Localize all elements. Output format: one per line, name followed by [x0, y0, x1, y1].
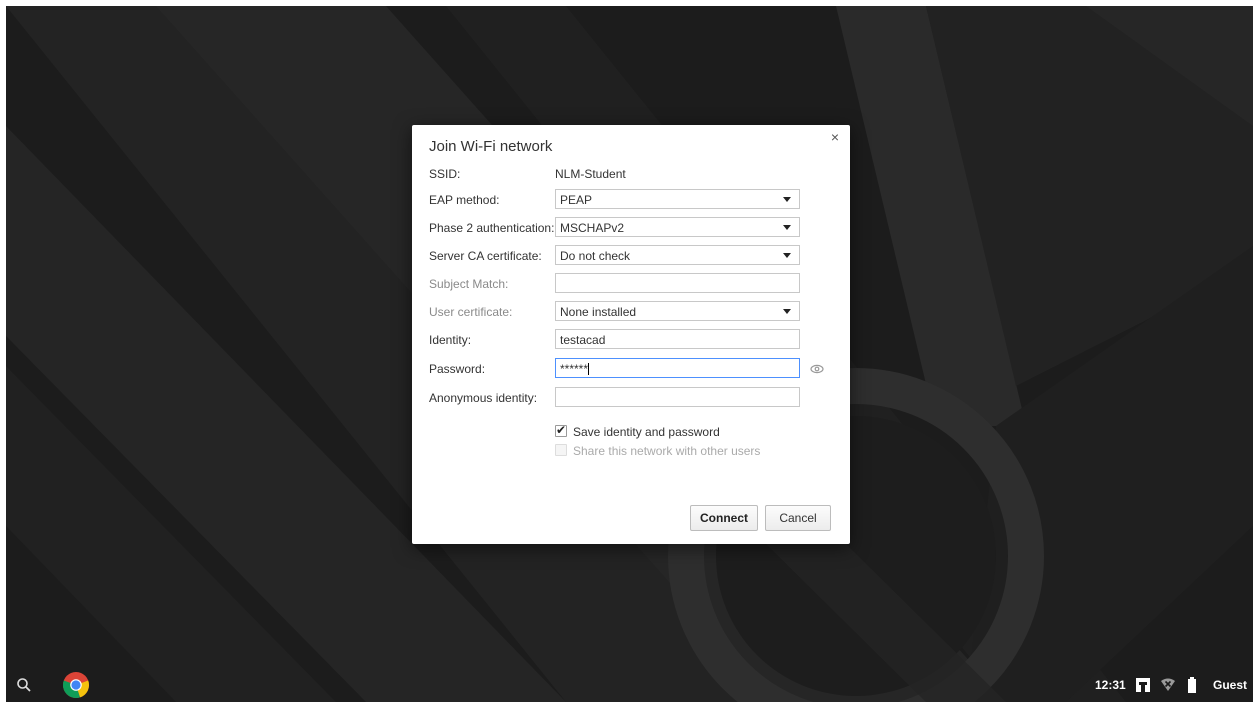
cancel-button[interactable]: Cancel	[765, 505, 831, 531]
identity-value: testacad	[560, 333, 606, 347]
anonymous-identity-field[interactable]	[555, 387, 800, 407]
ssid-label: SSID:	[429, 167, 461, 181]
phase2-value: MSCHAPv2	[560, 221, 625, 235]
save-identity-checkbox[interactable]: ✔	[555, 423, 567, 437]
ssid-row: SSID: NLM-Student	[429, 163, 839, 185]
identity-field[interactable]: testacad	[555, 329, 800, 349]
user-cert-select[interactable]: None installed	[555, 301, 800, 321]
status-tray[interactable]: 12:31 Guest	[1087, 675, 1247, 695]
identity-label: Identity:	[429, 333, 472, 347]
phase2-row: Phase 2 authentication: MSCHAPv2	[429, 217, 839, 239]
subject-match-row: Subject Match:	[429, 273, 839, 295]
password-field[interactable]: ******	[555, 358, 800, 378]
password-row: Password: ******	[429, 358, 839, 380]
search-icon[interactable]	[14, 675, 34, 695]
eap-method-label: EAP method:	[429, 193, 500, 207]
checkmark-icon: ✔	[556, 423, 567, 437]
chevron-down-icon	[783, 253, 791, 258]
user-label: Guest	[1212, 678, 1247, 692]
network-icon	[1136, 678, 1150, 692]
text-cursor	[588, 363, 590, 375]
battery-icon	[1188, 677, 1196, 693]
subject-match-label: Subject Match:	[429, 277, 509, 291]
save-identity-row[interactable]: ✔ Save identity and password	[555, 423, 815, 440]
connect-button[interactable]: Connect	[690, 505, 758, 531]
eap-method-value: PEAP	[560, 193, 593, 207]
chrome-icon[interactable]	[62, 671, 90, 699]
server-ca-select[interactable]: Do not check	[555, 245, 800, 265]
server-ca-value: Do not check	[560, 249, 631, 263]
password-label: Password:	[429, 362, 486, 376]
chevron-down-icon	[783, 225, 791, 230]
identity-row: Identity: testacad	[429, 329, 839, 351]
phase2-label: Phase 2 authentication:	[429, 221, 555, 235]
dialog-title: Join Wi-Fi network	[429, 138, 553, 155]
phase2-select[interactable]: MSCHAPv2	[555, 217, 800, 237]
subject-match-field[interactable]	[555, 273, 800, 293]
eap-method-select[interactable]: PEAP	[555, 189, 800, 209]
anonymous-identity-row: Anonymous identity:	[429, 387, 839, 409]
user-cert-value: None installed	[560, 305, 637, 319]
share-network-row: Share this network with other users	[555, 443, 815, 459]
close-icon[interactable]: ×	[828, 130, 842, 144]
ssid-value: NLM-Student	[555, 167, 626, 181]
password-value: ******	[560, 362, 589, 376]
join-wifi-dialog: Join Wi-Fi network × SSID: NLM-Student E…	[412, 125, 850, 544]
share-network-checkbox	[555, 444, 567, 456]
eye-icon[interactable]	[809, 362, 825, 376]
eap-method-row: EAP method: PEAP	[429, 189, 839, 211]
save-identity-label: Save identity and password	[573, 425, 720, 439]
password-value-wrap: ******	[560, 362, 590, 376]
clock: 12:31	[1095, 678, 1126, 692]
server-ca-row: Server CA certificate: Do not check	[429, 245, 839, 267]
server-ca-label: Server CA certificate:	[429, 249, 542, 263]
share-network-label: Share this network with other users	[573, 444, 761, 458]
user-cert-label: User certificate:	[429, 305, 513, 319]
wifi-disconnected-icon	[1161, 678, 1175, 691]
user-cert-row: User certificate: None installed	[429, 301, 839, 323]
chevron-down-icon	[783, 309, 791, 314]
chevron-down-icon	[783, 197, 791, 202]
anonymous-identity-label: Anonymous identity:	[429, 391, 538, 405]
desktop: Join Wi-Fi network × SSID: NLM-Student E…	[6, 6, 1253, 702]
